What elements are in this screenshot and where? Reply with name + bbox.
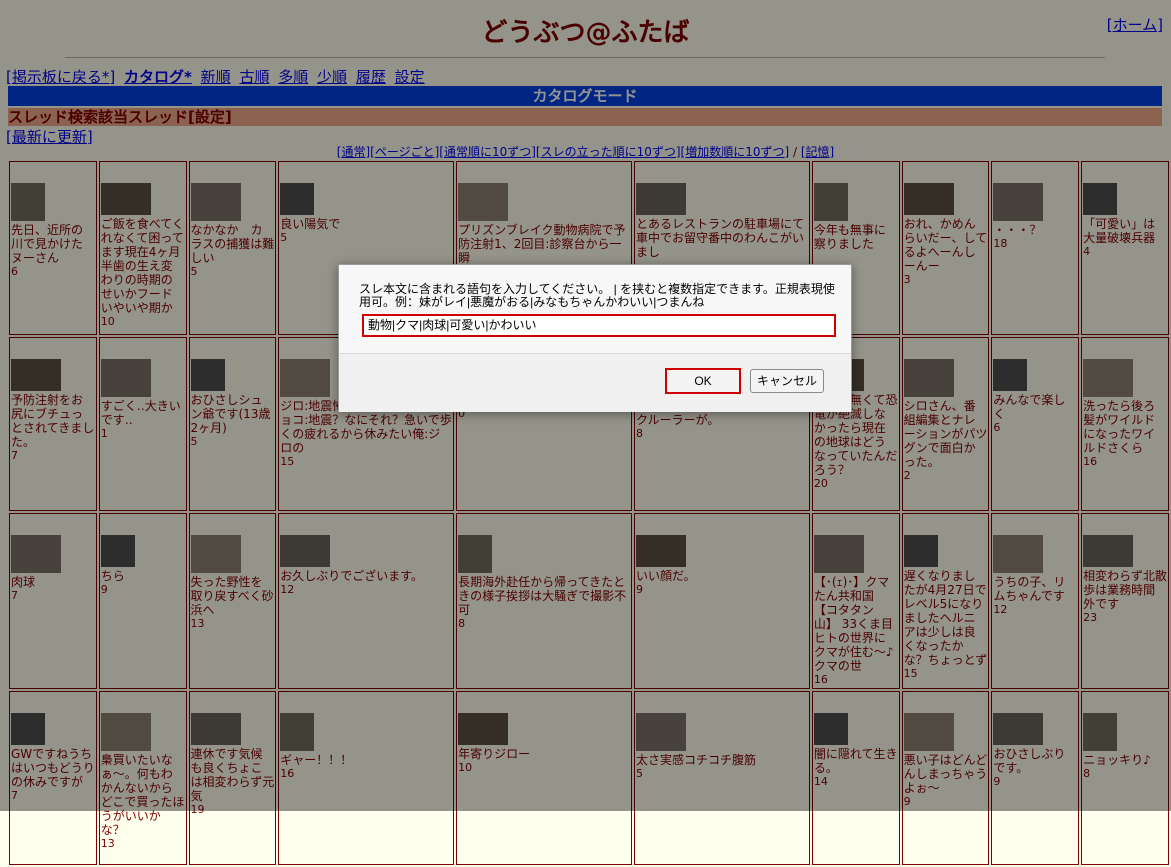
reply-count: 13 (100, 837, 115, 850)
search-input[interactable]: 動物|クマ|肉球|可愛い|かわいい (362, 314, 836, 337)
cancel-button[interactable]: キャンセル (750, 369, 824, 393)
ok-button[interactable]: OK (665, 368, 741, 394)
dialog-message: スレ本文に含まれる語句を入力してください。 | を挟むと複数指定できます。正規表… (359, 282, 835, 309)
search-dialog: スレ本文に含まれる語句を入力してください。 | を挟むと複数指定できます。正規表… (338, 264, 852, 412)
